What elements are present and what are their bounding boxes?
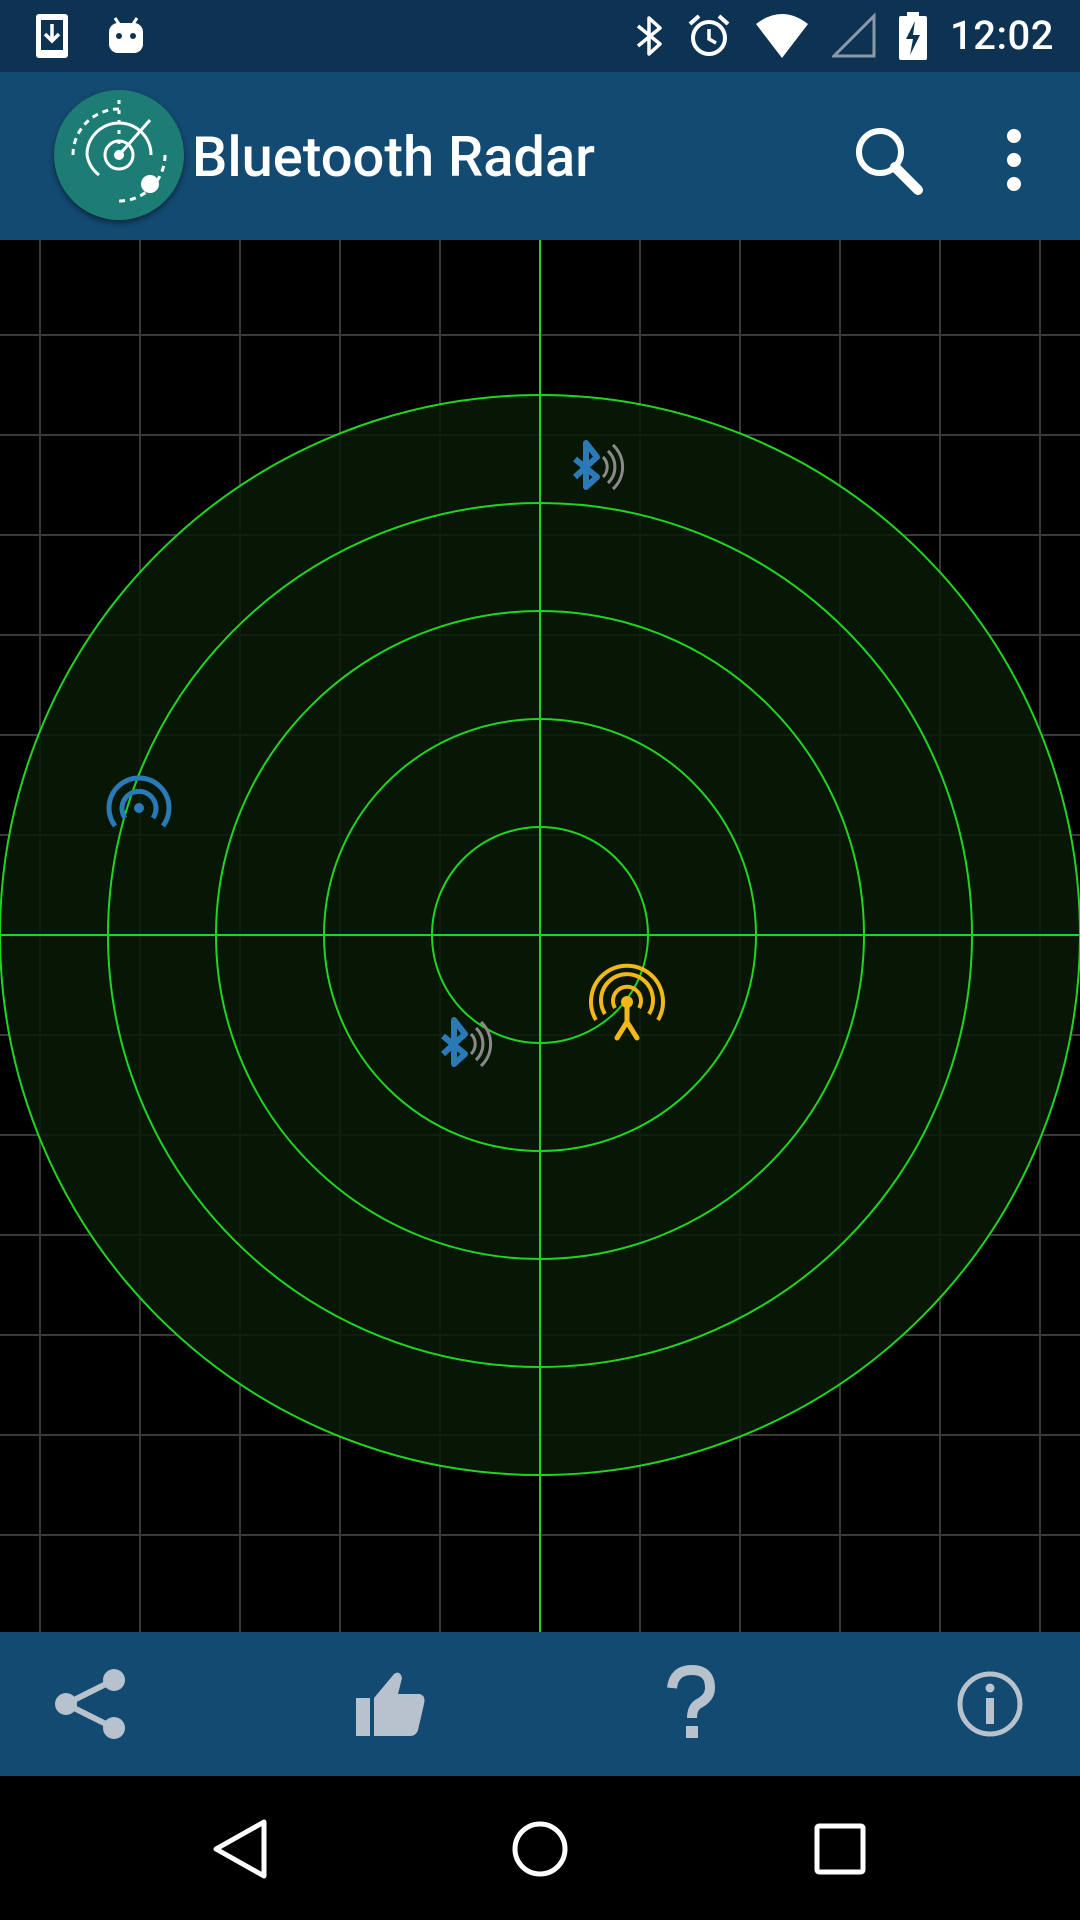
radar-crosshair: [0, 240, 1080, 1632]
app-title: Bluetooth Radar: [192, 124, 595, 190]
bluetooth-icon: [636, 16, 662, 56]
thumbs-up-icon[interactable]: [348, 1662, 432, 1746]
download-icon: [36, 14, 68, 58]
back-icon[interactable]: [206, 1814, 276, 1884]
bottom-action-bar: [0, 1632, 1080, 1776]
status-bar: 12:02: [0, 0, 1080, 72]
app-bar: Bluetooth Radar: [0, 72, 1080, 240]
status-time: 12:02: [950, 12, 1054, 59]
alarm-icon: [688, 14, 730, 56]
wifi-icon: [756, 14, 809, 58]
info-icon[interactable]: [948, 1662, 1032, 1746]
android-icon: [109, 17, 143, 53]
overflow-menu-icon[interactable]: [990, 122, 1038, 198]
help-icon[interactable]: [648, 1662, 732, 1746]
app-logo-icon[interactable]: [54, 90, 184, 220]
battery-charging-icon: [899, 12, 928, 60]
search-icon[interactable]: [850, 122, 926, 198]
radar-view[interactable]: [0, 240, 1080, 1822]
recents-icon[interactable]: [805, 1814, 875, 1884]
share-icon[interactable]: [48, 1662, 132, 1746]
cell-signal-icon: [832, 12, 876, 58]
home-icon[interactable]: [505, 1814, 575, 1884]
system-nav-bar: [0, 1776, 1080, 1920]
radar-canvas: [0, 240, 1080, 1632]
